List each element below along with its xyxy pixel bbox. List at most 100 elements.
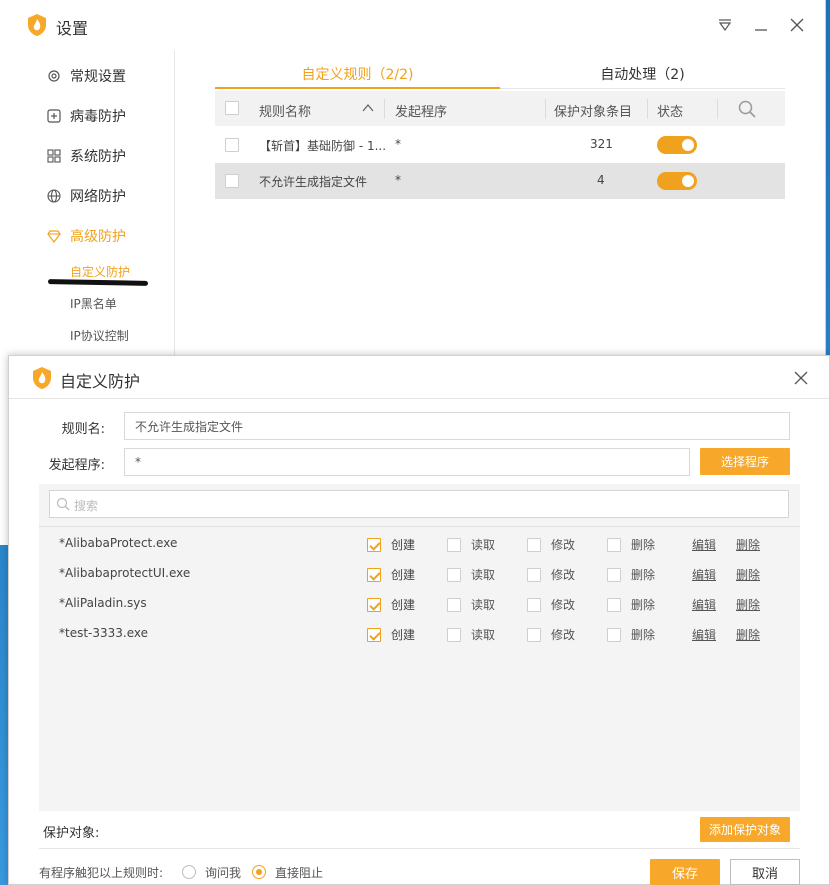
- program-input[interactable]: [124, 448, 690, 476]
- perm-modify[interactable]: 修改: [527, 536, 575, 553]
- tab-custom-rules[interactable]: 自定义规则（2/2): [215, 64, 500, 84]
- rule-name-input[interactable]: [124, 412, 790, 440]
- column-separator: [384, 99, 385, 119]
- perm-create[interactable]: 创建: [367, 536, 415, 553]
- select-program-button[interactable]: 选择程序: [700, 448, 790, 475]
- row-checkbox[interactable]: [225, 174, 239, 188]
- table-row[interactable]: 不允许生成指定文件 * 4: [215, 163, 785, 199]
- edit-link[interactable]: 编辑: [692, 626, 716, 643]
- sidebar-subitem-ip-protocol[interactable]: IP协议控制: [70, 327, 129, 344]
- perm-read-checkbox[interactable]: [447, 627, 461, 642]
- edit-link[interactable]: 编辑: [692, 536, 716, 553]
- perm-modify[interactable]: 修改: [527, 596, 575, 613]
- perm-read[interactable]: 读取: [447, 596, 495, 613]
- edit-link[interactable]: 编辑: [692, 566, 716, 583]
- perm-modify-checkbox[interactable]: [527, 597, 541, 612]
- perm-delete-checkbox[interactable]: [607, 537, 621, 552]
- column-header-program: 发起程序: [395, 105, 448, 120]
- cancel-button[interactable]: 取消: [730, 859, 800, 885]
- list-item: *test-3333.exe 创建 读取 修改 删除 编辑 删除: [39, 620, 800, 650]
- perm-modify[interactable]: 修改: [527, 626, 575, 643]
- delete-link[interactable]: 删除: [736, 566, 760, 583]
- search-input[interactable]: 搜索: [49, 490, 789, 518]
- perm-delete-checkbox[interactable]: [607, 567, 621, 582]
- row-checkbox[interactable]: [225, 138, 239, 152]
- dropdown-icon[interactable]: [715, 15, 735, 35]
- shield-flame-logo-icon: [31, 366, 53, 390]
- perm-read[interactable]: 读取: [447, 566, 495, 583]
- delete-link[interactable]: 删除: [736, 626, 760, 643]
- search-icon[interactable]: [738, 100, 756, 122]
- table-row[interactable]: 【斩首】基础防御 - 1... * 321: [215, 127, 785, 163]
- rule-status-toggle[interactable]: [657, 172, 697, 190]
- perm-read[interactable]: 读取: [447, 626, 495, 643]
- violation-label: 有程序触犯以上规则时:: [39, 866, 164, 880]
- radio-ask-me-label[interactable]: 询问我: [205, 864, 241, 881]
- gear-icon: [46, 68, 62, 84]
- delete-link[interactable]: 删除: [736, 536, 760, 553]
- list-item: *AlibabaprotectUI.exe 创建 读取 修改 删除 编辑 删除: [39, 560, 800, 590]
- sidebar-item-advanced[interactable]: 高级防护: [46, 225, 126, 247]
- list-item: *AliPaladin.sys 创建 读取 修改 删除 编辑 删除: [39, 590, 800, 620]
- dialog-close-icon[interactable]: [791, 368, 811, 388]
- perm-create-checkbox[interactable]: [367, 537, 381, 552]
- sidebar-item-label: 病毒防护: [70, 109, 126, 125]
- select-all-checkbox[interactable]: [225, 101, 239, 115]
- column-separator: [717, 99, 718, 119]
- rule-target-count: 321: [590, 137, 613, 151]
- column-header-rule-name[interactable]: 规则名称: [259, 101, 311, 120]
- program-label: 发起程序:: [48, 458, 105, 473]
- custom-protection-dialog: 自定义防护 规则名: 发起程序: 选择程序 搜索 *AlibabaProtect…: [8, 355, 830, 885]
- perm-read-checkbox[interactable]: [447, 567, 461, 582]
- perm-create[interactable]: 创建: [367, 596, 415, 613]
- delete-link[interactable]: 删除: [736, 596, 760, 613]
- radio-block-label[interactable]: 直接阻止: [275, 864, 323, 881]
- dialog-title-divider: [9, 398, 829, 399]
- perm-label: 修改: [551, 538, 576, 552]
- sidebar-item-general[interactable]: 常规设置: [46, 65, 126, 87]
- rule-status-toggle[interactable]: [657, 136, 697, 154]
- add-target-button[interactable]: 添加保护对象: [700, 817, 790, 842]
- radio-ask-me[interactable]: [182, 865, 196, 879]
- perm-create[interactable]: 创建: [367, 626, 415, 643]
- perm-create[interactable]: 创建: [367, 566, 415, 583]
- sidebar-item-network[interactable]: 网络防护: [46, 185, 126, 207]
- footer-divider: [39, 848, 800, 849]
- column-header-status: 状态: [657, 105, 684, 120]
- rules-table-header: 规则名称 发起程序 保护对象条目 状态: [215, 91, 785, 126]
- perm-read-checkbox[interactable]: [447, 537, 461, 552]
- perm-label: 修改: [551, 568, 576, 582]
- sort-asc-icon[interactable]: [362, 102, 374, 117]
- perm-label: 创建: [391, 568, 416, 582]
- protect-target-label: 保护对象:: [43, 826, 100, 841]
- sidebar-item-virus[interactable]: 病毒防护: [46, 105, 126, 127]
- tab-auto-process[interactable]: 自动处理（2): [500, 64, 785, 84]
- perm-delete-checkbox[interactable]: [607, 627, 621, 642]
- perm-delete-checkbox[interactable]: [607, 597, 621, 612]
- edit-link[interactable]: 编辑: [692, 596, 716, 613]
- diamond-icon: [46, 228, 62, 244]
- perm-create-checkbox[interactable]: [367, 597, 381, 612]
- perm-read-checkbox[interactable]: [447, 597, 461, 612]
- minimize-icon[interactable]: [751, 15, 771, 35]
- sidebar-item-system[interactable]: 系统防护: [46, 145, 126, 167]
- radio-block[interactable]: [252, 865, 266, 879]
- perm-modify-checkbox[interactable]: [527, 567, 541, 582]
- close-icon[interactable]: [787, 15, 807, 35]
- sidebar-subitem-custom-protection[interactable]: 自定义防护: [70, 263, 130, 280]
- save-button[interactable]: 保存: [650, 859, 720, 885]
- perm-delete[interactable]: 删除: [607, 626, 655, 643]
- perm-read[interactable]: 读取: [447, 536, 495, 553]
- perm-modify[interactable]: 修改: [527, 566, 575, 583]
- sidebar-item-label: 高级防护: [70, 229, 126, 245]
- perm-delete[interactable]: 删除: [607, 596, 655, 613]
- perm-create-checkbox[interactable]: [367, 567, 381, 582]
- perm-label: 删除: [631, 598, 656, 612]
- perm-modify-checkbox[interactable]: [527, 627, 541, 642]
- perm-delete[interactable]: 删除: [607, 536, 655, 553]
- perm-modify-checkbox[interactable]: [527, 537, 541, 552]
- perm-delete[interactable]: 删除: [607, 566, 655, 583]
- sidebar-subitem-ip-blacklist[interactable]: IP黑名单: [70, 295, 117, 312]
- column-separator: [647, 99, 648, 119]
- perm-create-checkbox[interactable]: [367, 627, 381, 642]
